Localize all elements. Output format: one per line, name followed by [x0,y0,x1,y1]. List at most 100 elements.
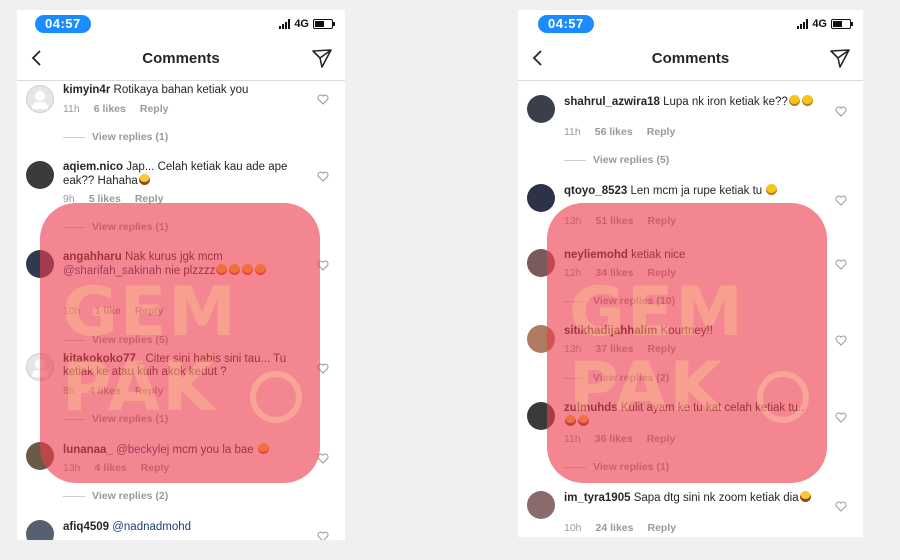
reply-button[interactable]: Reply [647,343,676,355]
avatar[interactable] [26,442,54,470]
comment-meta: 9h 5 likes Reply [63,193,164,205]
like-heart-icon[interactable] [835,335,847,346]
avatar[interactable] [527,95,555,123]
likes-count[interactable]: 37 likes [596,343,634,355]
comment-meta: 11h 56 likes Reply [564,126,676,138]
avatar[interactable] [527,491,555,519]
heart-eyes-emoji-icon [242,264,254,275]
comment-username[interactable]: shahrul_azwira18 [564,96,660,108]
reply-button[interactable]: Reply [141,462,170,474]
view-replies-link[interactable]: View replies (2) [63,490,168,502]
reply-button[interactable]: Reply [140,103,169,115]
comment-meta: 8h 4 likes Reply [63,385,164,397]
likes-count[interactable]: 5 likes [89,193,121,205]
likes-count[interactable]: 6 likes [94,103,126,115]
comment-username[interactable]: zulmuhds [564,402,618,414]
like-heart-icon[interactable] [835,195,847,206]
like-heart-icon[interactable] [317,363,329,374]
like-heart-icon[interactable] [317,260,329,271]
likes-count[interactable]: 1 like [95,305,121,317]
comment-meta: 11h 6 likes Reply [63,103,169,115]
comment-username[interactable]: lunanaa_ [63,444,113,456]
status-bar: 04:57 4G [518,10,863,36]
likes-count[interactable]: 56 likes [595,126,633,138]
avatar[interactable] [527,325,555,353]
send-icon[interactable] [311,47,333,69]
comment-text: kitakokoko77_ Citer sini habis sini tau.… [63,353,287,378]
reply-button[interactable]: Reply [135,193,164,205]
signal-icon [797,19,809,29]
like-heart-icon[interactable] [835,412,847,423]
mention-link[interactable]: @beckylej [116,444,169,456]
comment-username[interactable]: im_tyra1905 [564,492,631,504]
view-replies-link[interactable]: View replies (10) [564,295,675,307]
likes-count[interactable]: 36 likes [595,433,633,445]
nav-bar: Comments [17,36,345,81]
view-replies-link[interactable]: View replies (1) [63,131,168,143]
reply-button[interactable]: Reply [647,522,676,534]
send-icon[interactable] [829,47,851,69]
avatar[interactable] [26,520,54,540]
smirk-emoji-icon [788,95,800,106]
like-heart-icon[interactable] [317,171,329,182]
comment-text: lunanaa_ @beckylej mcm you la bae [63,443,299,457]
reply-button[interactable]: Reply [135,305,164,317]
comment-username[interactable]: aqiem.nico [63,161,123,173]
mention-link[interactable]: @sharifah_sakinah [63,265,162,277]
comment-username[interactable]: angahharu [63,251,122,263]
page-title: Comments [142,50,220,67]
comment-username[interactable]: kimyin4r [63,84,110,96]
comment-username[interactable]: sitikhadijahhalim [564,325,657,337]
view-replies-link[interactable]: View replies (1) [564,461,669,473]
avatar[interactable] [527,249,555,277]
heart-eyes-emoji-icon [229,264,241,275]
like-heart-icon[interactable] [835,259,847,270]
likes-count[interactable]: 51 likes [596,215,634,227]
comments-screen-right: 04:57 4G Comments shahrul_azwira18 Lupa … [518,10,863,537]
comment-meta: 13h 51 likes Reply [564,215,677,227]
like-heart-icon[interactable] [317,453,329,464]
reply-button[interactable]: Reply [647,215,676,227]
comment-text: sitikhadijahhalim Kourtney!! [564,325,713,337]
comment-username[interactable]: kitakokoko77_ [63,353,142,365]
avatar[interactable] [527,184,555,212]
view-replies-link[interactable]: View replies (5) [564,154,669,166]
likes-count[interactable]: 34 likes [596,267,634,279]
avatar[interactable] [26,250,54,278]
avatar[interactable] [527,402,555,430]
comment-text: im_tyra1905 Sapa dtg sini nk zoom ketiak… [564,491,817,505]
reply-button[interactable]: Reply [135,385,164,397]
reply-button[interactable]: Reply [647,126,676,138]
reply-button[interactable]: Reply [647,267,676,279]
comment-username[interactable]: neyliemohd [564,249,628,261]
mention-link[interactable]: @nadnadmohd [112,521,191,533]
comment-text: zulmuhds Kulit ayam ke tu kat celah keti… [564,402,817,429]
like-heart-icon[interactable] [835,106,847,117]
thinking-emoji-icon [766,184,778,195]
view-replies-link[interactable]: View replies (5) [63,334,168,346]
avatar[interactable] [26,353,54,381]
comment-text: aqiem.nico Jap... Celah ketiak kau ade a… [63,161,288,187]
comment-meta: 11h 36 likes Reply [564,433,676,445]
view-replies-link[interactable]: View replies (1) [63,221,168,233]
heart-eyes-emoji-icon [216,264,228,275]
like-heart-icon[interactable] [317,531,329,540]
status-indicators: 4G [279,18,335,30]
heart-eyes-emoji-icon [255,264,267,275]
view-replies-link[interactable]: View replies (2) [564,372,669,384]
avatar[interactable] [26,85,54,113]
likes-count[interactable]: 4 likes [95,462,127,474]
like-heart-icon[interactable] [835,501,847,512]
likes-count[interactable]: 24 likes [596,522,634,534]
likes-count[interactable]: 4 likes [89,385,121,397]
avatar[interactable] [26,161,54,189]
kiss-emoji-icon [257,443,269,454]
reply-button[interactable]: Reply [647,433,676,445]
comment-username[interactable]: afiq4509 [63,521,109,533]
comment-text: angahharu Nak kurus jgk mcm @sharifah_sa… [63,251,299,278]
view-replies-link[interactable]: View replies (1) [63,413,168,425]
comment-text: shahrul_azwira18 Lupa nk iron ketiak ke?… [564,95,817,109]
comment-username[interactable]: qtoyo_8523 [564,185,627,197]
like-heart-icon[interactable] [317,94,329,105]
comment-text: neyliemohd ketiak nice [564,249,686,261]
